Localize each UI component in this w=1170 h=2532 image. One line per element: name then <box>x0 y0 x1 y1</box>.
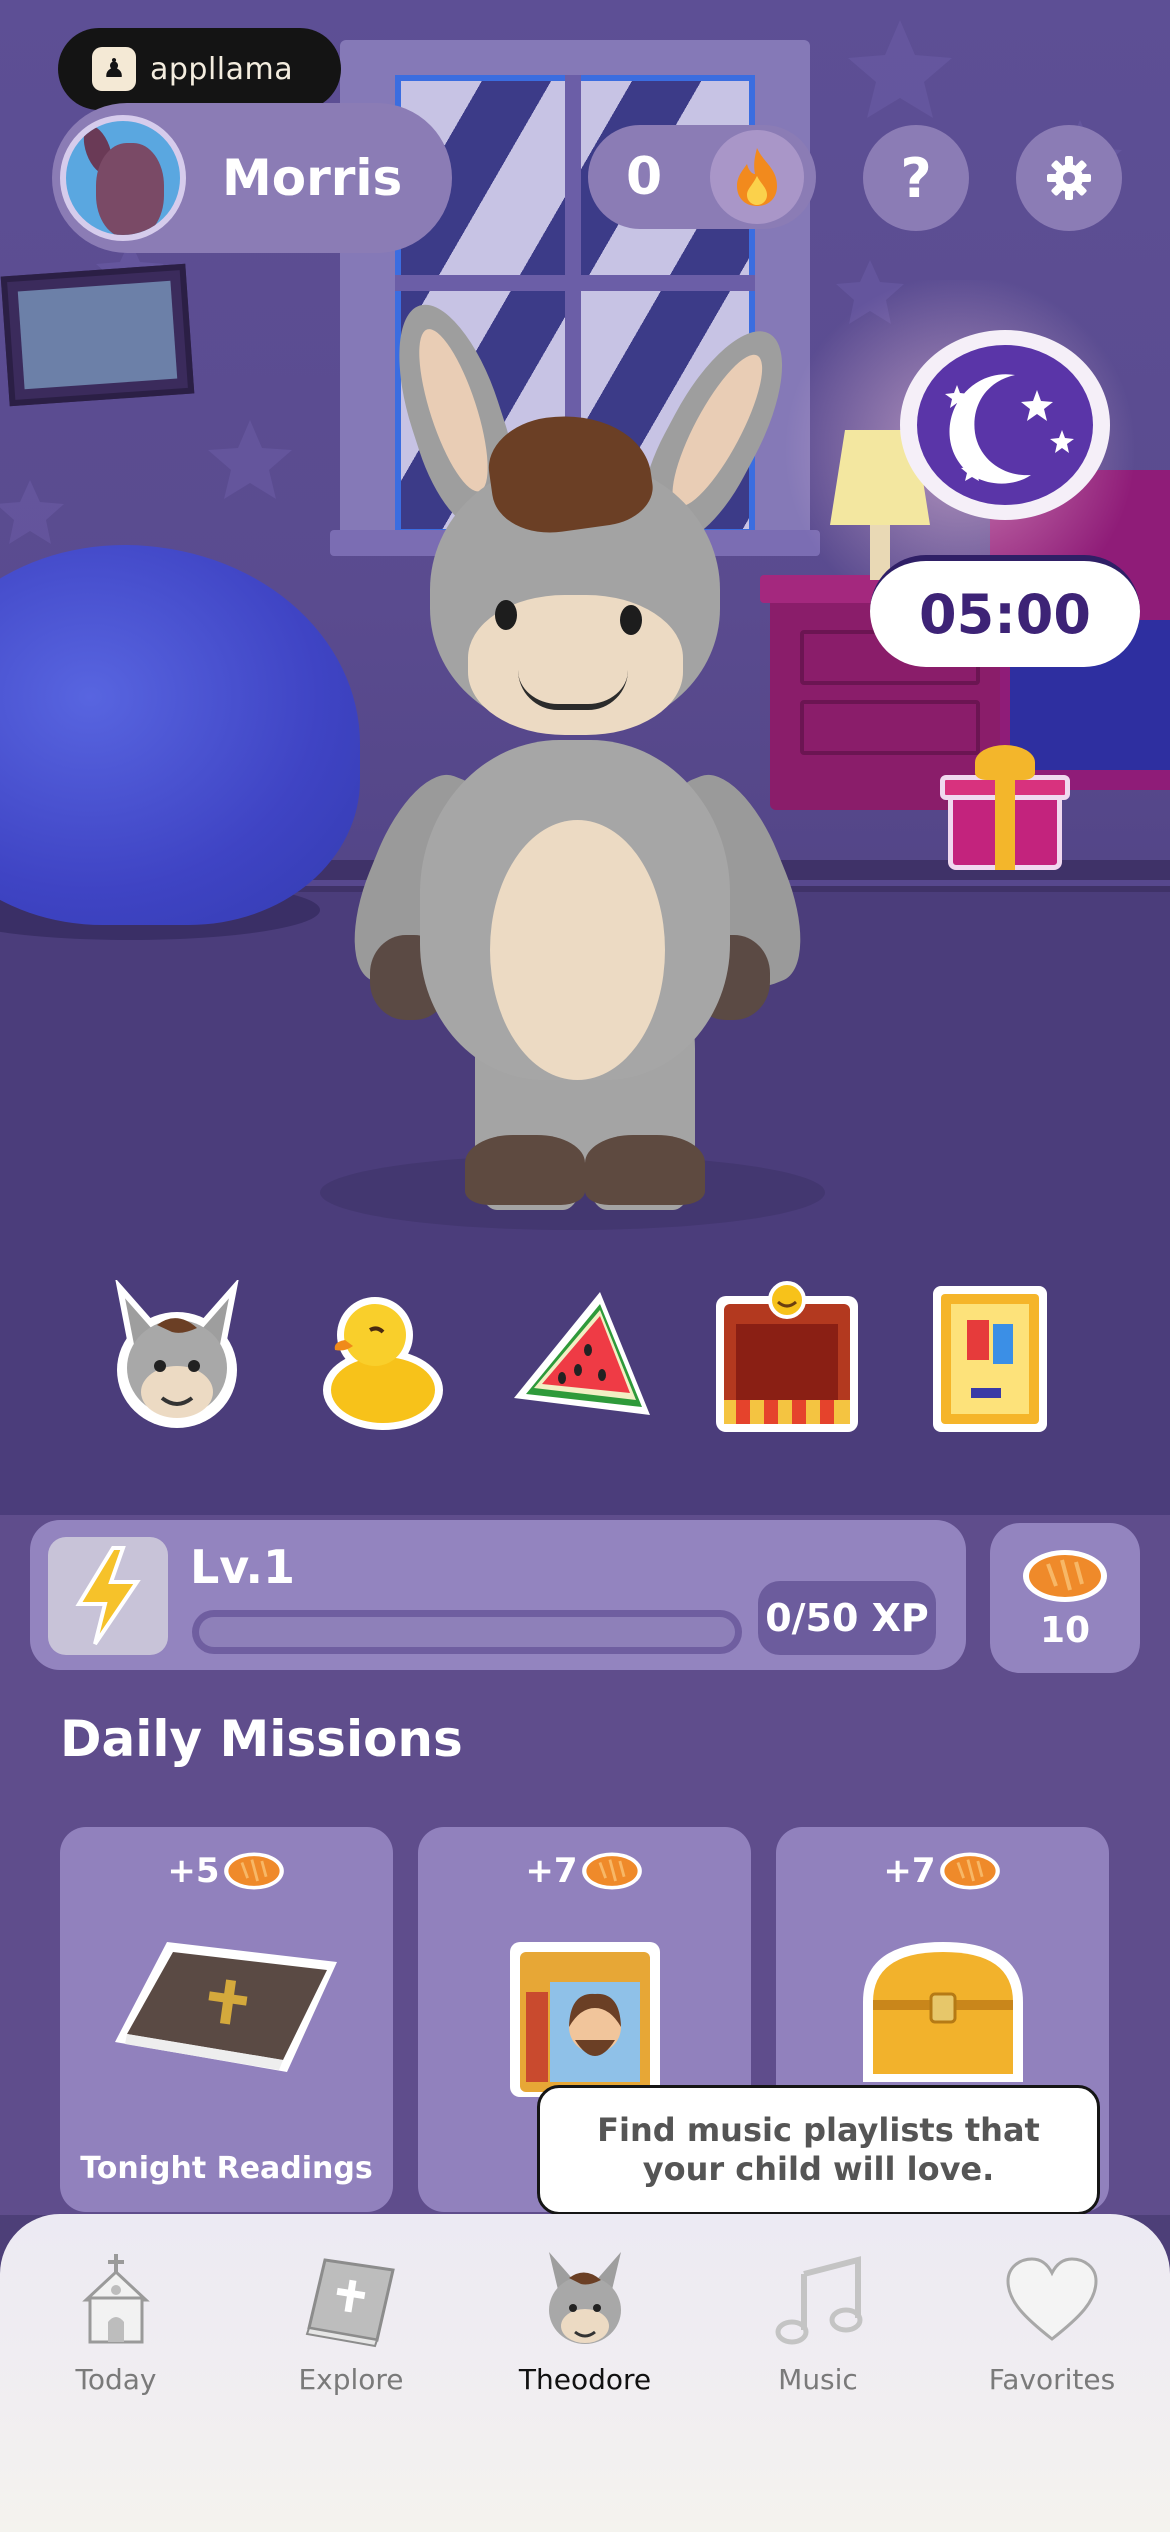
streak-count: 0 <box>626 147 663 207</box>
help-button[interactable]: ? <box>863 125 969 231</box>
brand-name: appllama <box>150 51 294 87</box>
fire-icon <box>710 130 804 224</box>
donkey-belly <box>490 820 665 1080</box>
tab-favorites[interactable]: Favorites <box>957 2245 1147 2415</box>
mission-reward: +7 <box>776 1849 1109 1893</box>
donkey-eye <box>620 605 642 635</box>
mission-label: Tonight Readings <box>80 2151 373 2186</box>
bible-book-icon <box>107 1932 347 2086</box>
lightning-icon <box>48 1537 168 1655</box>
gear-icon <box>1047 156 1091 200</box>
mission-reward: +7 <box>418 1849 751 1893</box>
church-icon <box>61 2245 171 2355</box>
gift-bow-icon <box>975 745 1035 780</box>
tab-label: Music <box>778 2363 858 2396</box>
level-label: Lv.1 <box>190 1540 296 1594</box>
bread-icon <box>223 1852 284 1890</box>
mission-reward: +5 <box>60 1849 393 1893</box>
donkey-icon <box>530 2245 640 2355</box>
sleep-timer[interactable]: 05:00 <box>870 555 1140 667</box>
tab-theodore[interactable]: Theodore <box>490 2245 680 2415</box>
xp-counter: 0/50 XP <box>758 1581 936 1655</box>
profile-button[interactable]: Morris <box>52 103 452 253</box>
coins-button[interactable]: 10 <box>990 1523 1140 1673</box>
bread-icon <box>581 1852 642 1890</box>
coin-count: 10 <box>1039 1609 1091 1651</box>
jesus-puppet-theater-icon <box>470 1932 700 2106</box>
sleep-mode-button[interactable] <box>900 330 1110 520</box>
window-frame-horizontal <box>395 275 755 291</box>
xp-progress-bar <box>192 1610 742 1654</box>
daily-missions-title: Daily Missions <box>60 1710 463 1768</box>
mission-card-tonight-readings[interactable]: +5 Tonight Readings <box>60 1827 393 2212</box>
heart-icon <box>997 2245 1107 2355</box>
bread-icon <box>939 1852 1000 1890</box>
donkey-hoof <box>465 1135 585 1205</box>
bread-icon <box>1023 1549 1107 1602</box>
treasure-chest-icon <box>843 1932 1043 2096</box>
moon-icon <box>945 374 1074 484</box>
tab-explore[interactable]: Explore <box>256 2245 446 2415</box>
bible-icon <box>296 2245 406 2355</box>
tab-today[interactable]: Today <box>21 2245 211 2415</box>
llama-icon: ♟ <box>92 47 136 91</box>
avatar <box>60 115 186 241</box>
donkey-head-sticker[interactable] <box>102 1277 252 1435</box>
question-mark-icon: ? <box>900 146 932 210</box>
tab-label: Explore <box>298 2363 404 2396</box>
tab-label: Today <box>75 2363 157 2396</box>
rubber-duck-sticker[interactable] <box>305 1280 455 1435</box>
tab-label: Favorites <box>988 2363 1116 2396</box>
tab-music[interactable]: Music <box>723 2245 913 2415</box>
puppet-theater-sticker[interactable] <box>712 1280 862 1435</box>
tab-label: Theodore <box>518 2363 652 2396</box>
family-picture-frame <box>0 263 195 407</box>
profile-name: Morris <box>222 149 403 207</box>
settings-button[interactable] <box>1016 125 1122 231</box>
streak-counter[interactable]: 0 <box>588 125 816 229</box>
gift-box-button[interactable] <box>940 745 1070 875</box>
donkey-eye <box>495 600 517 630</box>
watermelon-sticker[interactable] <box>510 1280 660 1435</box>
donkey-hoof <box>585 1135 705 1205</box>
brand-badge: ♟ appllama <box>58 28 341 110</box>
music-tooltip[interactable]: Find music playlists that your child wil… <box>537 2085 1100 2215</box>
music-note-icon <box>763 2245 873 2355</box>
donkey-character[interactable] <box>300 291 860 1240</box>
wardrobe-sticker[interactable] <box>915 1280 1065 1435</box>
